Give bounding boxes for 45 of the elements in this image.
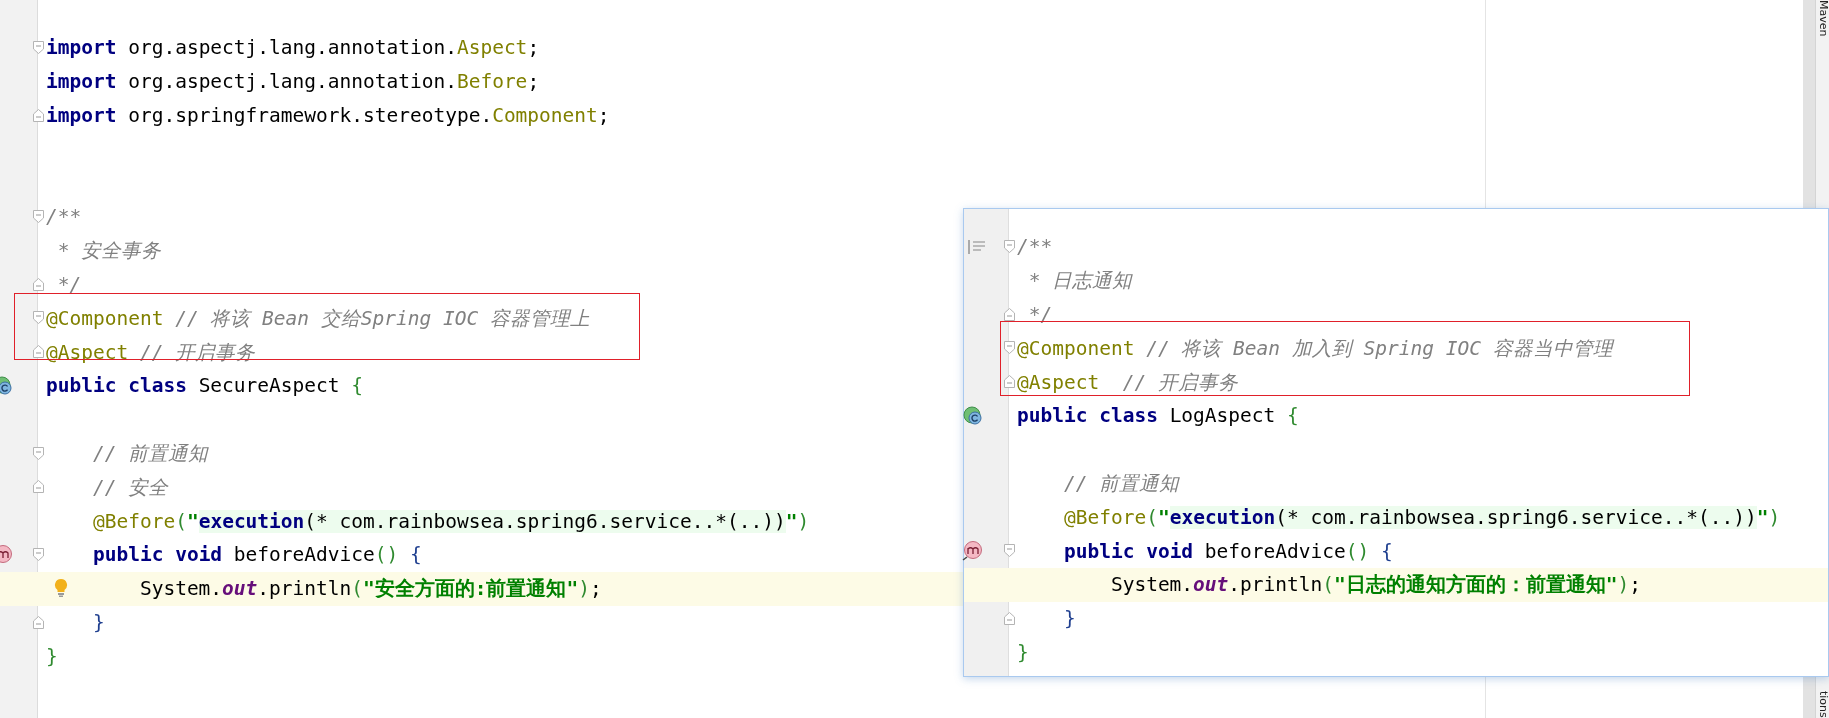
structure-icon[interactable] <box>968 240 986 254</box>
code-line: // 前置通知 <box>1063 470 1180 497</box>
lightbulb-icon[interactable] <box>54 577 68 598</box>
code-line: * 日志通知 <box>1028 268 1133 295</box>
code-line: @Aspect // 开启事务 <box>1017 369 1238 396</box>
code-line: @Component // 将该 Bean 交给Spring IOC 容器管理上 <box>46 305 590 332</box>
code-line: public void beforeAdvice() { <box>1063 539 1393 563</box>
fold-marker-icon[interactable] <box>33 345 44 359</box>
fold-marker-icon[interactable] <box>33 480 44 494</box>
code-line: } <box>92 610 105 634</box>
code-line: */ <box>57 272 82 296</box>
class-icon[interactable] <box>962 405 984 427</box>
code-line: import org.aspectj.lang.annotation.Aspect; <box>46 36 540 60</box>
code-line: /** <box>1017 235 1053 259</box>
fold-marker-icon[interactable] <box>33 547 44 561</box>
code-line: System.out.println("安全方面的:前置通知"); <box>139 576 602 603</box>
code-line: import org.springframework.stereotype.Component; <box>46 104 610 127</box>
fold-marker-icon[interactable] <box>1004 611 1015 625</box>
fold-marker-icon[interactable] <box>33 210 44 223</box>
code-line: } <box>46 644 58 668</box>
fold-marker-icon[interactable] <box>1004 341 1015 355</box>
fold-marker-icon[interactable] <box>33 615 44 629</box>
fold-marker-icon[interactable] <box>33 108 44 122</box>
fold-marker-icon[interactable] <box>33 311 44 325</box>
code-line: * 安全事务 <box>57 238 162 265</box>
fold-marker-icon[interactable] <box>33 446 44 460</box>
code-line: import org.aspectj.lang.annotation.Before; <box>46 70 540 94</box>
fold-marker-icon[interactable] <box>1004 375 1015 389</box>
fold-marker-icon[interactable] <box>1004 544 1015 558</box>
method-icon[interactable] <box>962 540 984 563</box>
code-line: } <box>1017 640 1029 664</box>
code-line: System.out.println("日志的通知方面的：前置通知"); <box>1110 572 1641 599</box>
code-line: // 安全 <box>92 474 169 501</box>
code-line: // 前置通知 <box>92 440 209 467</box>
code-line: public class SecureAspect { <box>46 374 363 398</box>
fold-marker-icon[interactable] <box>1004 240 1015 253</box>
fold-marker-icon[interactable] <box>33 41 44 54</box>
code-line: public void beforeAdvice() { <box>92 543 422 567</box>
code-line: public class LogAspect { <box>1017 404 1299 428</box>
code-line: */ <box>1028 303 1053 326</box>
fold-marker-icon[interactable] <box>1004 307 1015 321</box>
code-line: @Component // 将该 Bean 加入到 Spring IOC 容器当中管理 <box>1017 335 1613 362</box>
code-line: /** <box>46 205 82 229</box>
code-line: } <box>1063 607 1076 631</box>
fold-marker-icon[interactable] <box>33 277 44 291</box>
